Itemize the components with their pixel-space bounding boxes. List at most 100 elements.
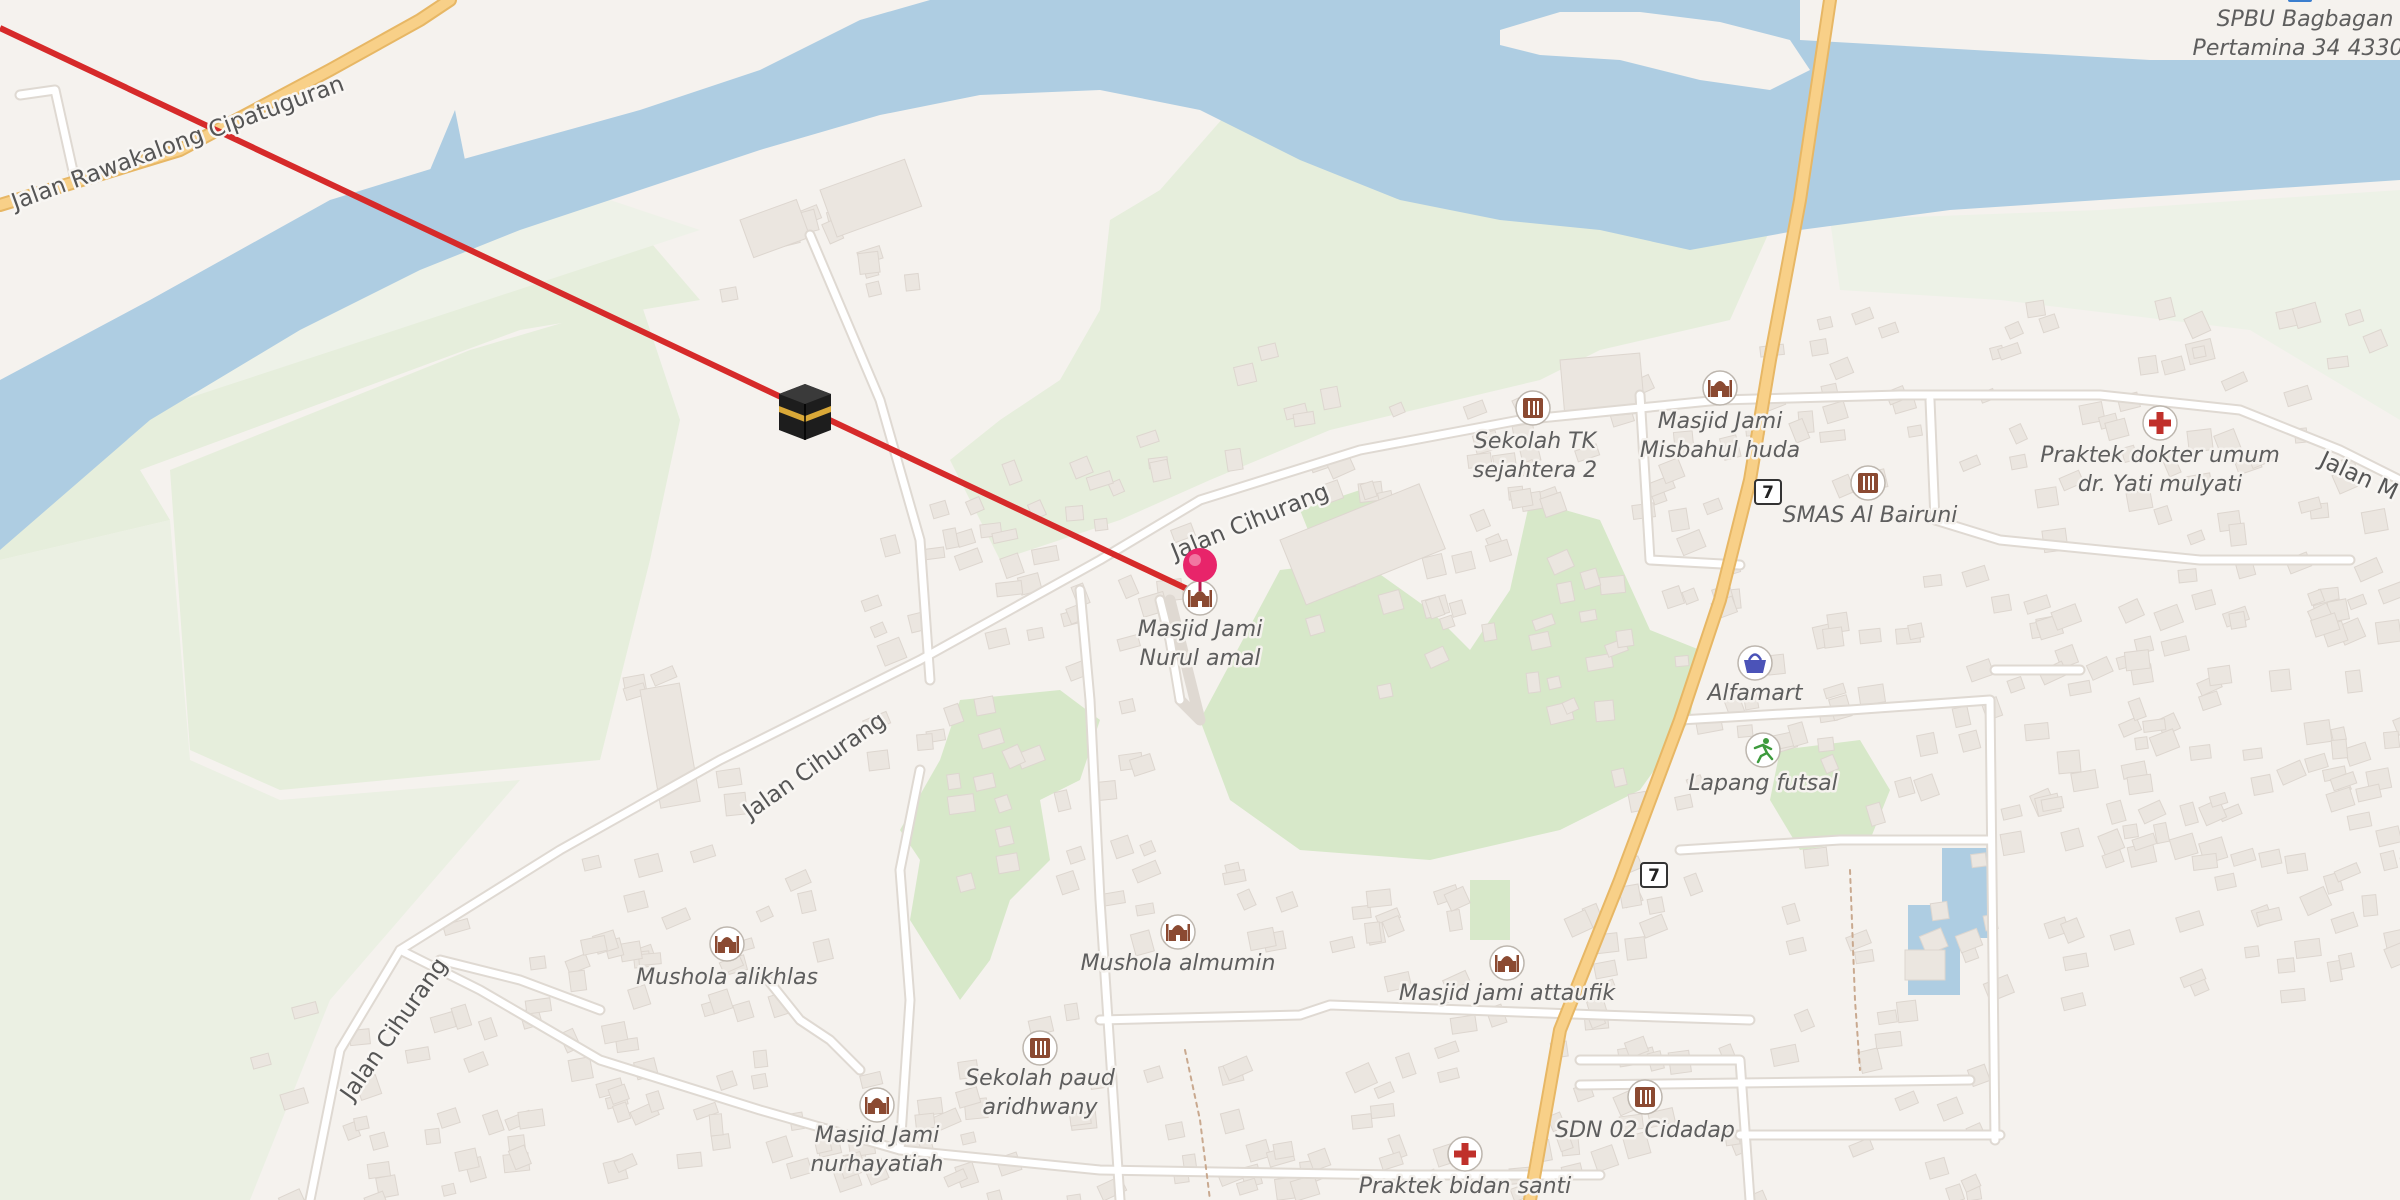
- building: [1904, 949, 1946, 981]
- mosque-icon: [709, 926, 745, 962]
- poi[interactable]: SPBU Bagbagan Pertamina 34 43304: [2190, 0, 2400, 64]
- building: [1365, 888, 1393, 909]
- poi-label: Mushola almumin: [1081, 951, 1276, 976]
- building: [2276, 957, 2296, 974]
- building: [1272, 1140, 1295, 1160]
- building: [1093, 517, 1109, 532]
- building: [719, 286, 739, 303]
- building: [1736, 724, 1754, 739]
- building: [1363, 921, 1383, 944]
- building: [1369, 1103, 1396, 1120]
- poi-label-line2: aridhwany: [983, 1095, 1099, 1120]
- poi-label: SPBU Bagbagan: [2217, 7, 2394, 32]
- building: [424, 1127, 442, 1146]
- building: [2024, 722, 2050, 742]
- building: [916, 733, 934, 751]
- building: [1817, 736, 1835, 753]
- building: [2361, 894, 2379, 917]
- building: [995, 579, 1024, 598]
- building: [2207, 664, 2233, 687]
- map-canvas[interactable]: 7 7 Jalan Rawakalong Cipatuguran Jalan C…: [0, 0, 2400, 1200]
- building: [2188, 743, 2212, 761]
- building: [2142, 718, 2167, 733]
- building: [441, 1182, 457, 1197]
- building: [1874, 1030, 1903, 1050]
- building: [1064, 505, 1085, 522]
- school-icon: [1627, 1079, 1663, 1115]
- building: [1481, 622, 1498, 643]
- building: [1854, 948, 1875, 965]
- building: [2242, 747, 2263, 761]
- building: [2025, 299, 2047, 319]
- building: [1350, 1113, 1374, 1130]
- building: [2126, 773, 2154, 796]
- route-shield: 7: [1640, 862, 1668, 888]
- building: [1446, 908, 1464, 932]
- building: [1509, 487, 1534, 510]
- building: [903, 272, 921, 292]
- building: [600, 1020, 629, 1045]
- poi-label: Lapang futsal: [1688, 771, 1837, 796]
- building: [2134, 736, 2149, 751]
- school-icon: [1515, 390, 1551, 426]
- kaaba-icon[interactable]: [779, 384, 831, 440]
- building: [1970, 852, 1988, 869]
- building: [1026, 626, 1045, 642]
- building: [2344, 669, 2363, 694]
- building: [2177, 568, 2198, 584]
- building: [1929, 900, 1950, 922]
- building: [2228, 522, 2247, 547]
- building: [2191, 852, 2219, 871]
- building: [1857, 683, 1887, 706]
- building: [715, 767, 743, 789]
- poi-label: Praktek bidan santi: [1359, 1174, 1572, 1199]
- poi-label-line2: Misbahul huda: [1640, 438, 1800, 463]
- building: [528, 955, 547, 971]
- building: [995, 852, 1021, 875]
- building: [1876, 1009, 1898, 1026]
- mosque-icon: [1489, 945, 1525, 981]
- building: [865, 280, 883, 298]
- building: [1907, 622, 1925, 641]
- building: [2056, 749, 2082, 775]
- building: [2009, 453, 2028, 471]
- route-shield: 7: [1754, 479, 1782, 505]
- building: [2382, 730, 2400, 750]
- building: [1951, 705, 1972, 729]
- building: [1232, 362, 1258, 387]
- building: [1615, 628, 1635, 649]
- building: [2337, 952, 2355, 970]
- building: [1990, 593, 2013, 614]
- building: [1821, 626, 1845, 649]
- building: [1224, 447, 1244, 472]
- building: [568, 969, 588, 993]
- building: [2228, 610, 2247, 630]
- building: [1819, 429, 1847, 443]
- building: [567, 1056, 594, 1083]
- building: [2326, 355, 2350, 370]
- building: [2244, 945, 2260, 959]
- building: [752, 1049, 769, 1069]
- building: [1802, 846, 1829, 869]
- building: [1164, 1121, 1186, 1141]
- building: [1646, 896, 1666, 915]
- route-shield-label: 7: [1648, 866, 1660, 886]
- building: [2284, 852, 2309, 874]
- building: [1376, 682, 1394, 700]
- building: [2330, 738, 2349, 760]
- mosque-icon: [859, 1087, 895, 1123]
- building: [973, 695, 997, 717]
- building: [2122, 823, 2140, 840]
- building: [1449, 1014, 1478, 1035]
- building: [1674, 654, 1690, 668]
- building: [946, 793, 976, 816]
- building: [1319, 385, 1342, 411]
- building: [2123, 649, 2151, 672]
- building: [524, 997, 553, 1015]
- building: [2191, 345, 2207, 360]
- fuel-icon: [2288, 0, 2312, 2]
- poi-label: Praktek dokter umum: [2040, 443, 2280, 468]
- building: [1895, 999, 1919, 1024]
- building: [353, 1115, 370, 1132]
- building: [1593, 699, 1616, 723]
